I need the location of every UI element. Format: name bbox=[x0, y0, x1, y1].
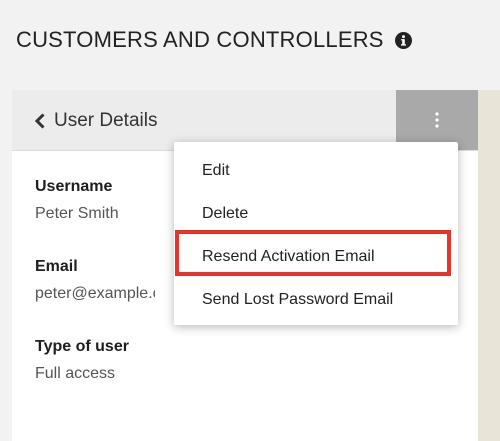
more-options-button[interactable] bbox=[396, 90, 478, 150]
chevron-left-icon bbox=[34, 113, 45, 129]
menu-item-send-lost-password-email[interactable]: Send Lost Password Email bbox=[202, 291, 393, 309]
vertical-ellipsis-icon bbox=[435, 112, 439, 128]
page-header: CUSTOMERS AND CONTROLLERS bbox=[0, 0, 500, 90]
username-label: Username bbox=[35, 178, 113, 195]
map-background bbox=[478, 90, 500, 441]
email-value: peter@example.com bbox=[35, 285, 155, 302]
user-type-field: Type of user Full access bbox=[35, 338, 129, 383]
email-label: Email bbox=[35, 258, 78, 275]
username-value: Peter Smith bbox=[35, 205, 119, 222]
user-type-value: Full access bbox=[35, 365, 116, 382]
page-title: CUSTOMERS AND CONTROLLERS bbox=[16, 27, 412, 53]
email-field: Email peter@example.com bbox=[35, 258, 155, 303]
user-type-label: Type of user bbox=[35, 338, 129, 355]
username-field: Username Peter Smith bbox=[35, 178, 119, 223]
highlight-annotation bbox=[175, 230, 451, 276]
page-title-text: CUSTOMERS AND CONTROLLERS bbox=[16, 27, 384, 52]
menu-item-delete[interactable]: Delete bbox=[202, 205, 248, 223]
back-button[interactable]: User Details bbox=[34, 110, 157, 132]
back-label: User Details bbox=[54, 110, 158, 131]
menu-item-edit[interactable]: Edit bbox=[202, 162, 230, 180]
info-icon[interactable] bbox=[394, 31, 412, 49]
